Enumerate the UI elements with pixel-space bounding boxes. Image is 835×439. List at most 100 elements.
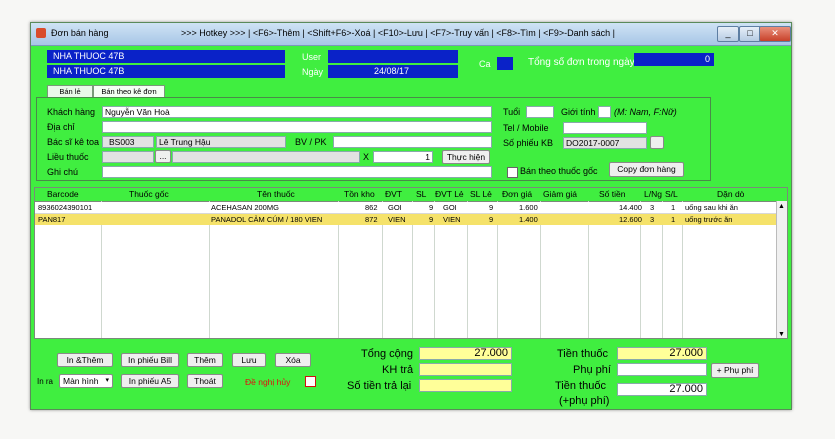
col-amount[interactable]: Số tiền bbox=[599, 189, 625, 199]
app-icon bbox=[36, 28, 46, 38]
times-label: X bbox=[363, 152, 370, 162]
col-qty[interactable]: SL bbox=[416, 189, 426, 199]
minimize-button[interactable]: _ bbox=[717, 26, 739, 42]
copy-order-button[interactable]: Copy đơn hàng bbox=[609, 162, 684, 177]
col-qty-small[interactable]: SL Lẻ bbox=[470, 189, 492, 199]
col-unit[interactable]: ĐVT bbox=[385, 189, 402, 199]
medicine-cost-label: Tiền thuốc bbox=[557, 348, 608, 360]
user-field[interactable] bbox=[328, 50, 458, 63]
print-add-button[interactable]: In &Thêm bbox=[57, 353, 113, 367]
gender-field[interactable] bbox=[598, 106, 611, 118]
medicine-fee-label: Tiền thuốc bbox=[555, 380, 606, 392]
cell-stock: 862 bbox=[365, 203, 378, 212]
receipt-field[interactable]: DO2017-0007 bbox=[563, 137, 647, 149]
cell-price: 1.400 bbox=[519, 215, 538, 224]
cell-per-day: 3 bbox=[650, 215, 655, 224]
cell-times: 1 bbox=[671, 215, 676, 224]
order-count-label: Tổng số đơn trong ngày bbox=[528, 57, 635, 68]
date-value: 24/08/17 bbox=[374, 66, 410, 76]
execute-button[interactable]: Thực hiện bbox=[442, 150, 490, 164]
cell-unit: VIEN bbox=[388, 215, 406, 224]
maximize-button[interactable]: □ bbox=[739, 26, 761, 42]
total-field: 27.000 bbox=[419, 347, 512, 360]
shift-label: Ca bbox=[479, 59, 491, 69]
grid-header: Barcode Thuốc gốc Tên thuốc Tồn kho ĐVT … bbox=[35, 188, 787, 202]
scroll-up-icon[interactable]: ▲ bbox=[778, 203, 785, 210]
col-discount[interactable]: Giảm giá bbox=[543, 189, 577, 199]
sales-order-window: Đơn bán hàng >>> Hotkey >>> | <F6>-Thêm … bbox=[30, 22, 792, 410]
col-unit-small[interactable]: ĐVT Lẻ bbox=[435, 189, 464, 199]
medicine-fee-sublabel: (+phụ phí) bbox=[559, 395, 610, 407]
delete-button[interactable]: Xóa bbox=[275, 353, 311, 367]
cell-name: ACEHASAN 200MG bbox=[211, 203, 279, 212]
order-count-field: 0 bbox=[634, 53, 714, 66]
print-a5-button[interactable]: In phiếu A5 bbox=[121, 374, 179, 388]
col-per-day[interactable]: L/Ng bbox=[644, 189, 662, 199]
shift-field[interactable] bbox=[497, 57, 513, 70]
add-button[interactable]: Thêm bbox=[187, 353, 223, 367]
sell-by-generic-label: Bán theo thuốc gốc bbox=[520, 166, 598, 176]
store-name: NHA THUOC 47B bbox=[53, 51, 125, 61]
age-field[interactable] bbox=[526, 106, 554, 118]
save-button[interactable]: Lưu bbox=[232, 353, 266, 367]
dose-label: Liều thuốc bbox=[47, 152, 89, 162]
print-target-value: Màn hình bbox=[63, 376, 99, 386]
dose-lookup-button[interactable]: ... bbox=[155, 150, 171, 163]
receipt-lookup-button[interactable] bbox=[650, 136, 664, 149]
print-target-select[interactable]: Màn hình ▾ bbox=[59, 374, 113, 388]
table-row[interactable]: 8936024390101 ACEHASAN 200MG 862 GOI 9 G… bbox=[35, 202, 778, 214]
col-price[interactable]: Đơn giá bbox=[502, 189, 532, 199]
cell-qty: 9 bbox=[429, 215, 434, 224]
customer-field[interactable]: Nguyễn Văn Hoà bbox=[102, 106, 492, 118]
hospital-field[interactable] bbox=[333, 136, 492, 148]
scroll-down-icon[interactable]: ▼ bbox=[778, 331, 785, 338]
hotkey-hints: >>> Hotkey >>> | <F6>-Thêm | <Shift+F6>-… bbox=[181, 28, 616, 38]
cancel-request-label: Đề nghị hủy bbox=[245, 377, 291, 387]
col-note[interactable]: Dặn dò bbox=[717, 189, 744, 199]
cell-amount: 12.600 bbox=[619, 215, 642, 224]
doctor-code-field[interactable]: BS003 bbox=[102, 136, 154, 148]
total-label: Tổng cộng bbox=[361, 348, 413, 360]
window-title: Đơn bán hàng bbox=[51, 28, 109, 38]
col-times[interactable]: S/L bbox=[665, 189, 678, 199]
dose-code-field[interactable] bbox=[102, 151, 154, 163]
dose-name-field[interactable] bbox=[172, 151, 360, 163]
doctor-name-field[interactable]: Lê Trung Hậu bbox=[156, 136, 286, 148]
add-fee-button[interactable]: + Phụ phí bbox=[711, 363, 759, 378]
note-label: Ghi chú bbox=[47, 167, 79, 177]
cell-note: uống sau khi ăn bbox=[685, 203, 738, 212]
col-stock[interactable]: Tồn kho bbox=[344, 189, 375, 199]
receipt-label: Số phiếu KB bbox=[503, 138, 554, 148]
address-field[interactable] bbox=[102, 121, 492, 133]
paid-label: KH trả bbox=[382, 364, 414, 376]
table-row-selected[interactable]: PAN817 PANADOL CẢM CÚM / 180 VIEN 872 VI… bbox=[35, 214, 778, 225]
col-barcode[interactable]: Barcode bbox=[47, 189, 79, 199]
cell-amount: 14.400 bbox=[619, 203, 642, 212]
cell-qty: 9 bbox=[429, 203, 434, 212]
cell-barcode: PAN817 bbox=[38, 215, 66, 224]
col-name[interactable]: Tên thuốc bbox=[257, 189, 295, 199]
sell-by-generic-checkbox[interactable] bbox=[507, 167, 518, 178]
exit-button[interactable]: Thoát bbox=[187, 374, 223, 388]
cell-note: uống trước ăn bbox=[685, 215, 733, 224]
dose-count-field[interactable]: 1 bbox=[373, 151, 433, 163]
cell-name: PANADOL CẢM CÚM / 180 VIEN bbox=[211, 215, 323, 224]
paid-field[interactable] bbox=[419, 363, 512, 376]
close-button[interactable]: ✕ bbox=[759, 26, 791, 42]
store-name-box: NHA THUOC 47B bbox=[47, 50, 285, 63]
fee-label: Phụ phí bbox=[573, 364, 611, 376]
print-out-label: In ra bbox=[37, 377, 54, 386]
grid-scrollbar[interactable]: ▲ ▼ bbox=[776, 201, 787, 338]
fee-field[interactable] bbox=[617, 363, 707, 376]
medicine-fee-field: 27.000 bbox=[617, 383, 707, 396]
col-generic[interactable]: Thuốc gốc bbox=[129, 189, 169, 199]
print-bill-button[interactable]: In phiếu Bill bbox=[121, 353, 179, 367]
phone-field[interactable] bbox=[563, 122, 647, 134]
hospital-label: BV / PK bbox=[295, 137, 327, 147]
note-field[interactable] bbox=[102, 166, 492, 178]
title-bar: Đơn bán hàng >>> Hotkey >>> | <F6>-Thêm … bbox=[31, 23, 791, 46]
change-field bbox=[419, 379, 512, 392]
cancel-request-checkbox[interactable] bbox=[305, 376, 316, 387]
date-label: Ngày bbox=[302, 67, 324, 77]
date-field[interactable]: 24/08/17 bbox=[328, 65, 458, 78]
